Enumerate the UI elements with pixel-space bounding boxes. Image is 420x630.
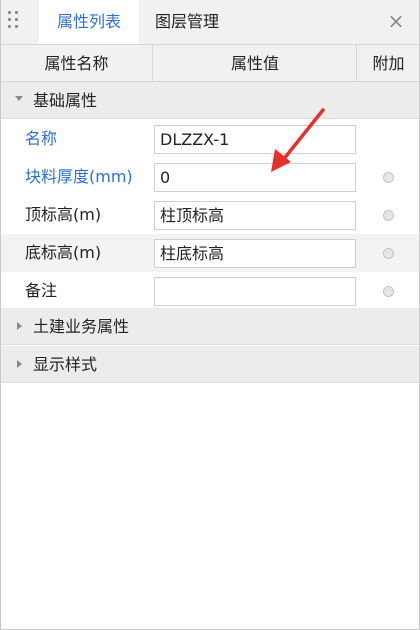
tab-property-list[interactable]: 属性列表 bbox=[39, 0, 139, 44]
group-display-style[interactable]: 显示样式 bbox=[1, 346, 419, 383]
property-name: 块料厚度(mm) bbox=[25, 167, 133, 186]
group-label: 土建业务属性 bbox=[33, 317, 130, 336]
property-value-input[interactable] bbox=[154, 277, 356, 306]
table-row: 顶标高(m) 柱顶标高 bbox=[1, 196, 419, 234]
table-row: 底标高(m) 柱底标高 bbox=[1, 234, 419, 272]
table-row: 块料厚度(mm) 0 bbox=[1, 158, 419, 196]
column-header-extra: 附加 bbox=[372, 54, 405, 73]
triangle-down-icon[interactable] bbox=[15, 96, 23, 101]
column-header-value: 属性值 bbox=[154, 45, 357, 82]
tab-layer-management[interactable]: 图层管理 bbox=[141, 0, 233, 44]
radio-dot-icon[interactable] bbox=[383, 286, 394, 297]
group-civil-business-properties[interactable]: 土建业务属性 bbox=[1, 308, 419, 345]
group-label: 基础属性 bbox=[33, 91, 98, 110]
property-name: 底标高(m) bbox=[25, 243, 102, 262]
triangle-right-icon[interactable] bbox=[17, 322, 22, 330]
grip-dots-icon[interactable] bbox=[8, 11, 20, 33]
column-header-name: 属性名称 bbox=[1, 45, 153, 82]
property-value-input[interactable]: 柱顶标高 bbox=[154, 201, 356, 230]
radio-dot-icon[interactable] bbox=[383, 210, 394, 221]
radio-dot-icon[interactable] bbox=[383, 172, 394, 183]
table-row: 备注 bbox=[1, 272, 419, 310]
group-basic-properties[interactable]: 基础属性 bbox=[1, 82, 419, 119]
group-label: 显示样式 bbox=[33, 355, 98, 374]
property-name: 顶标高(m) bbox=[25, 205, 102, 224]
column-header: 属性名称 属性值 附加 bbox=[1, 44, 419, 82]
property-value-input[interactable]: 柱底标高 bbox=[154, 239, 356, 268]
tab-bar: 属性列表 图层管理 × bbox=[1, 0, 419, 44]
close-icon[interactable]: × bbox=[385, 10, 407, 32]
property-panel: 属性列表 图层管理 × 属性名称 属性值 附加 基础属性 名称 DLZZX-1 … bbox=[0, 0, 420, 630]
property-value-input[interactable]: 0 bbox=[154, 163, 356, 192]
property-name: 备注 bbox=[25, 281, 58, 300]
triangle-right-icon[interactable] bbox=[17, 360, 22, 368]
table-row: 名称 DLZZX-1 bbox=[1, 120, 419, 158]
property-value-input[interactable]: DLZZX-1 bbox=[154, 125, 356, 154]
radio-dot-icon[interactable] bbox=[383, 248, 394, 259]
property-name: 名称 bbox=[25, 129, 58, 148]
